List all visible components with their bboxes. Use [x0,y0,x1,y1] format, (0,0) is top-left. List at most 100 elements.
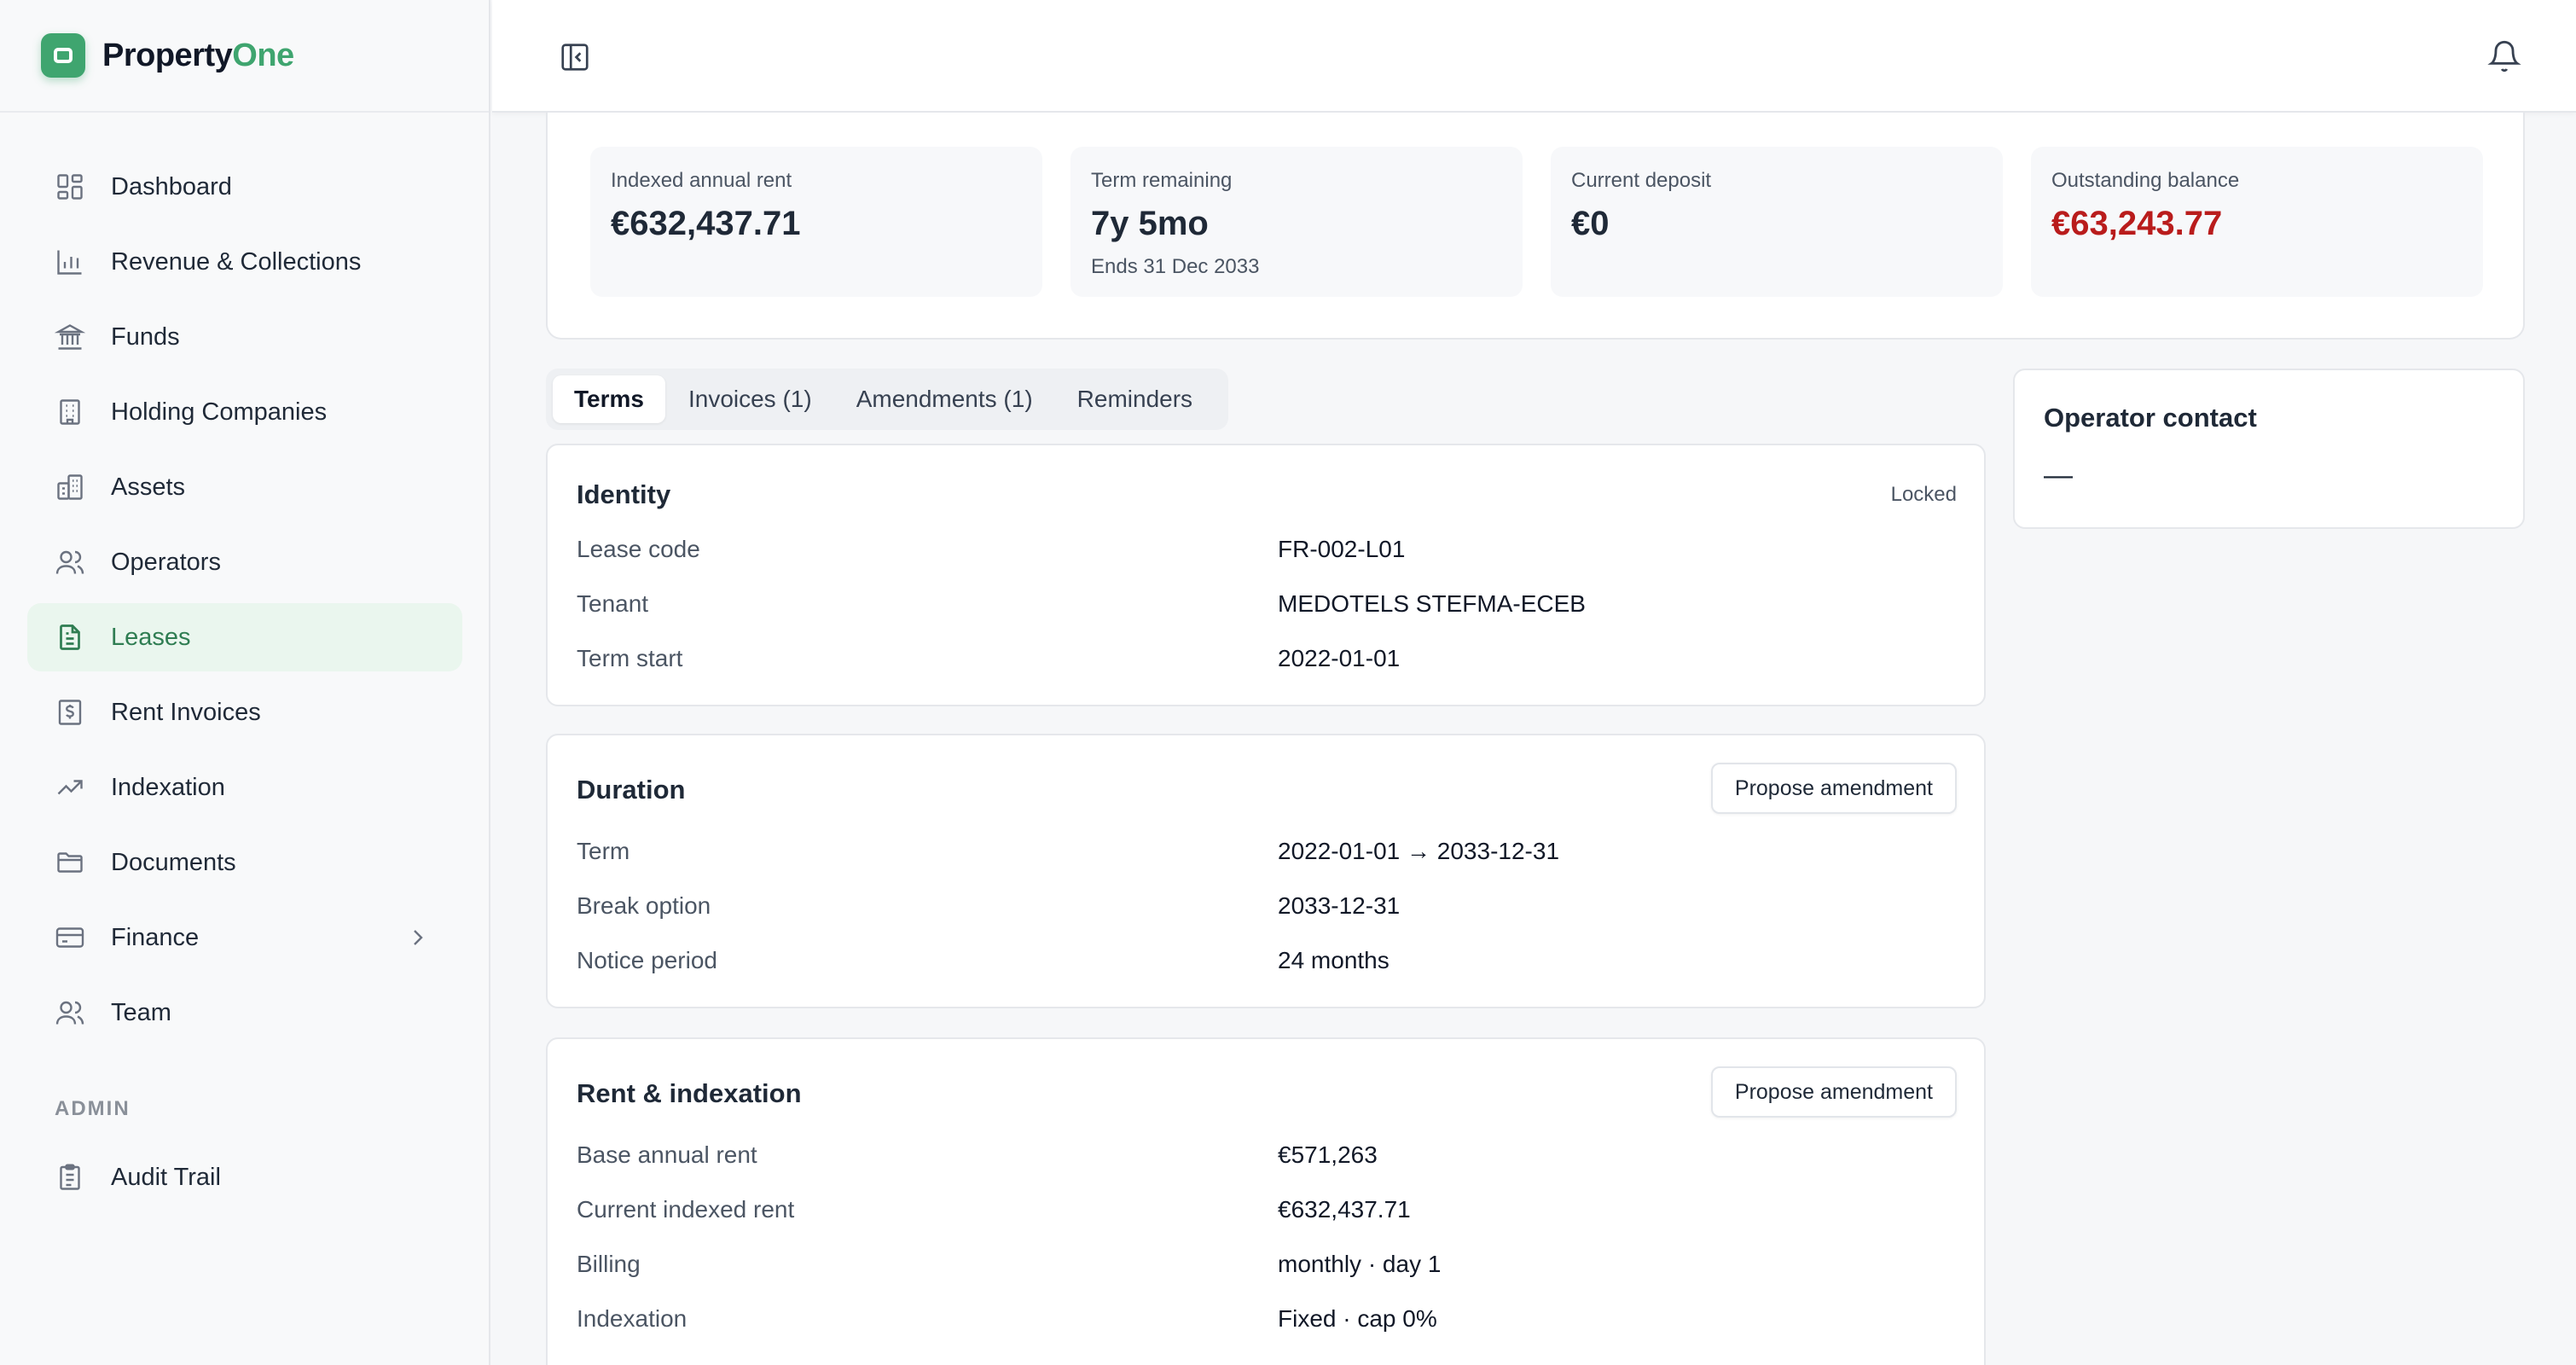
panel-title: Rent & indexation [577,1078,802,1108]
trend-up-icon [55,772,85,803]
field-row: Lease code FR-002-L01 [577,536,1958,570]
topbar [492,0,2576,113]
panel-title: Duration [577,775,686,804]
sidebar-item-funds[interactable]: Funds [27,303,462,371]
sidebar-item-operators[interactable]: Operators [27,528,462,596]
field-row: Base annual rent €571,263 [577,1141,1958,1176]
stat-term-remaining: Term remaining 7y 5mo Ends 31 Dec 2033 [1070,147,1523,297]
field-label: Lease code [577,536,700,562]
tab-reminders[interactable]: Reminders [1056,375,1214,423]
sidebar-item-label: Dashboard [111,172,232,200]
stat-indexed-annual-rent: Indexed annual rent €632,437.71 [590,147,1042,297]
stat-subtext: Ends 31 Dec 2033 [1091,255,1260,278]
field-label: Notice period [577,947,717,973]
field-value: €571,263 [1278,1141,1378,1168]
dashboard-icon [55,171,85,202]
admin-section-label: ADMIN [55,1097,131,1120]
stat-value: €0 [1571,205,1610,242]
sidebar-item-finance[interactable]: Finance [27,903,462,972]
lease-tabs: Terms Invoices (1) Amendments (1) Remind… [546,369,1228,430]
rent-indexation-panel: Rent & indexation Propose amendment Base… [546,1037,1986,1365]
field-value: 2022-01-01 → 2033-12-31 [1278,838,1560,864]
tab-invoices[interactable]: Invoices (1) [667,375,833,423]
field-row: Break option 2033-12-31 [577,892,1958,926]
propose-amendment-button[interactable]: Propose amendment [1710,1066,1957,1118]
field-label: Indexation [577,1305,688,1332]
field-label: Tenant [577,590,649,617]
stat-value: €632,437.71 [611,205,801,242]
logo-icon [41,33,85,78]
tab-amendments[interactable]: Amendments (1) [835,375,1054,423]
field-value: Fixed · cap 0% [1278,1305,1437,1332]
brand-name-accent: One [232,37,294,73]
users-icon [55,997,85,1028]
field-row: Term 2022-01-01 → 2033-12-31 [577,838,1958,872]
operator-contact-card: Operator contact — [2013,369,2525,529]
sidebar-item-label: Rent Invoices [111,698,261,726]
sidebar-item-rent-invoices[interactable]: Rent Invoices [27,678,462,746]
credit-card-icon [55,922,85,953]
invoice-icon [55,697,85,728]
field-row: Billing monthly · day 1 [577,1251,1958,1285]
operator-contact-title: Operator contact [2044,403,2257,433]
sidebar-item-team[interactable]: Team [27,979,462,1047]
building-icon [55,397,85,427]
field-label: Break option [577,892,711,919]
sidebar-item-leases[interactable]: Leases [27,603,462,671]
field-row: Tenant MEDOTELS STEFMA-ECEB [577,590,1958,624]
lease-summary-card: Indexed annual rent €632,437.71 Term rem… [546,113,2525,340]
brand[interactable]: PropertyOne [0,0,489,113]
field-row: Notice period 24 months [577,947,1958,981]
bank-icon [55,322,85,352]
sidebar-item-assets[interactable]: Assets [27,453,462,521]
field-row: Term start 2022-01-01 [577,645,1958,679]
sidebar-item-label: Team [111,998,171,1026]
notification-bell-icon[interactable] [2487,39,2521,73]
buildings-icon [55,472,85,502]
sidebar-item-label: Finance [111,923,200,951]
sidebar-item-dashboard[interactable]: Dashboard [27,153,462,221]
duration-panel: Duration Propose amendment Term 2022-01-… [546,734,1986,1008]
users-icon [55,547,85,578]
sidebar-item-indexation[interactable]: Indexation [27,753,462,822]
field-label: Term start [577,645,683,671]
sidebar-item-label: Revenue & Collections [111,247,362,276]
field-value: FR-002-L01 [1278,536,1406,562]
sidebar: PropertyOne Dashboard Revenue & Collecti… [0,0,490,1365]
sidebar-item-documents[interactable]: Documents [27,828,462,897]
field-label: Current indexed rent [577,1196,795,1223]
field-value: MEDOTELS STEFMA-ECEB [1278,590,1586,617]
stat-value: €63,243.77 [2051,205,2223,242]
chevron-right-icon[interactable] [404,924,432,951]
stat-label: Outstanding balance [2051,169,2240,192]
sidebar-item-label: Holding Companies [111,398,328,426]
field-label: Term [577,838,630,864]
stat-label: Indexed annual rent [611,169,792,192]
stat-outstanding-balance: Outstanding balance €63,243.77 [2031,147,2483,297]
sidebar-collapse-icon[interactable] [559,41,591,73]
sidebar-item-revenue[interactable]: Revenue & Collections [27,228,462,296]
stat-label: Term remaining [1091,169,1233,192]
field-value: 2033-12-31 [1278,892,1401,919]
sidebar-item-label: Funds [111,322,180,351]
clipboard-icon [55,1162,85,1193]
stat-label: Current deposit [1571,169,1712,192]
operator-contact-value: — [2044,459,2073,491]
sidebar-item-label: Assets [111,473,186,501]
field-label: Base annual rent [577,1141,757,1168]
sidebar-item-label: Indexation [111,773,225,801]
sidebar-item-holding-companies[interactable]: Holding Companies [27,378,462,446]
folder-icon [55,847,85,878]
sidebar-item-label: Documents [111,848,236,876]
field-value: monthly · day 1 [1278,1251,1442,1277]
field-label: Billing [577,1251,641,1277]
stat-value: 7y 5mo [1091,205,1209,242]
propose-amendment-button[interactable]: Propose amendment [1710,763,1957,814]
sidebar-item-audit-trail[interactable]: Audit Trail [27,1143,462,1211]
sidebar-item-label: Operators [111,548,221,576]
sidebar-item-label: Leases [111,623,191,651]
field-row: Indexation Fixed · cap 0% [577,1305,1958,1339]
field-row: Current indexed rent €632,437.71 [577,1196,1958,1230]
brand-name: PropertyOne [102,38,294,74]
tab-terms[interactable]: Terms [553,375,665,423]
